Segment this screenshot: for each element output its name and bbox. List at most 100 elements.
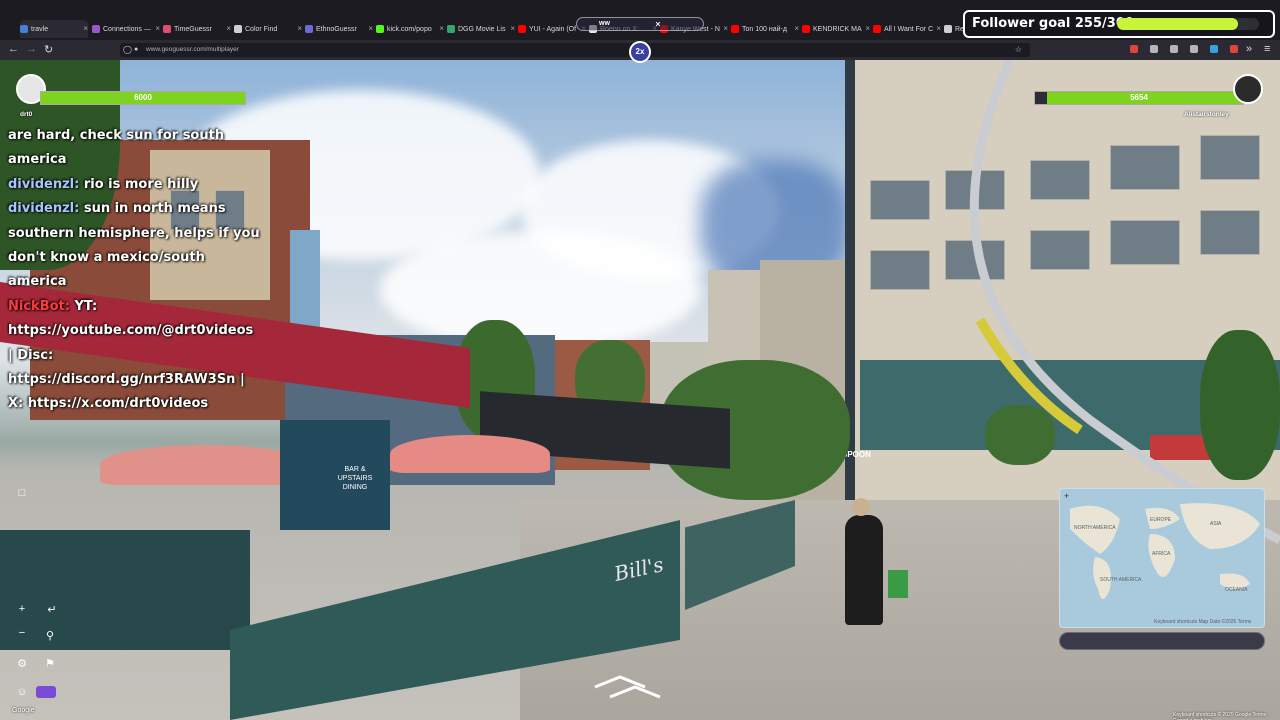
tab-label: travle [31, 25, 49, 33]
map-region-label: ASIA [1210, 521, 1222, 527]
map-region-label: NORTH AMERICA [1074, 525, 1116, 531]
window [870, 180, 930, 220]
follower-goal-fill [1117, 18, 1238, 30]
shopping-bag [888, 570, 908, 598]
browser-tab[interactable]: Re [944, 20, 964, 38]
menu-icon[interactable]: ≡ [1264, 43, 1270, 55]
world-map [1070, 503, 1260, 599]
sculpture-arc [969, 60, 1280, 545]
extension-icon[interactable] [1150, 45, 1158, 53]
tab-label: DGG Movie Lis [458, 25, 506, 33]
fence-left [0, 530, 250, 650]
emote-icon[interactable] [36, 686, 56, 698]
chat-text: YT: https://youtube.com/@drt0videos | Di… [8, 298, 254, 412]
tab-favicon-icon [518, 25, 526, 33]
browser-tab[interactable]: travle × [20, 20, 88, 38]
tab-close-icon[interactable]: × [439, 24, 444, 33]
browser-tab[interactable]: All I Want For C × [873, 20, 941, 38]
chat-message: are hard, check sun for south america [8, 124, 260, 173]
chat-message: NickBot: YT: https://youtube.com/@drt0vi… [8, 295, 260, 417]
browser-tab[interactable]: kick.com/popo × [376, 20, 444, 38]
settings-icon[interactable]: ⚙ [12, 657, 32, 673]
tab-close-icon[interactable]: × [368, 24, 373, 33]
extension-icon[interactable] [1230, 45, 1238, 53]
address-bar[interactable]: ◯ ● www.geoguessr.com/multiplayer ☆ [120, 43, 1030, 57]
window [870, 250, 930, 290]
damage-multiplier: 2x [629, 41, 651, 63]
shield-icon: ◯ [123, 45, 132, 54]
lock-icon: ● [134, 46, 139, 53]
player2-name: Alistairstonley [1184, 111, 1229, 118]
browser-tab[interactable]: TimeGuessr × [163, 20, 231, 38]
tab-close-icon[interactable]: × [226, 24, 231, 33]
chat-text: rio is more hilly [83, 176, 199, 192]
player1-health-value: 6000 [134, 93, 152, 102]
umbrella [390, 435, 550, 473]
extension-icon[interactable] [1190, 45, 1198, 53]
player2-health-value: 5654 [1130, 93, 1148, 102]
chat-username: NickBot: [8, 298, 75, 314]
flag-icon[interactable]: ⚑ [40, 657, 60, 673]
tab-close-icon[interactable]: × [865, 24, 870, 33]
follower-goal-widget: Follower goal 255/300 [963, 10, 1275, 38]
cloud [380, 230, 700, 350]
tab-close-icon[interactable]: × [83, 24, 88, 33]
tab-close-icon[interactable]: × [510, 24, 515, 33]
umbrella [100, 445, 310, 485]
extension-icon[interactable] [1170, 45, 1178, 53]
tab-close-icon[interactable]: × [155, 24, 160, 33]
tab-favicon-icon [92, 25, 100, 33]
extension-icon[interactable] [1130, 45, 1138, 53]
players-icon[interactable]: ☺ [12, 686, 32, 702]
tab-favicon-icon [376, 25, 384, 33]
chat-username: dividenzl: [8, 176, 84, 192]
follower-goal-label: Follower goal 255/300 [972, 16, 1134, 31]
extension-icon[interactable] [1210, 45, 1218, 53]
browser-tab[interactable]: KENDRICK MA × [802, 20, 870, 38]
follower-goal-track [1117, 18, 1259, 30]
browser-tab[interactable]: Color Find × [234, 20, 302, 38]
zoom-out-icon[interactable]: − [12, 627, 32, 643]
pedestrian-head [852, 498, 870, 516]
browser-tab[interactable]: EthnoGuessr × [305, 20, 373, 38]
tab-label: YUI - Again (Of [529, 25, 577, 33]
tab-close-icon[interactable]: × [936, 24, 941, 33]
browser-tab[interactable]: Ton 100 най-д × [731, 20, 799, 38]
back-arrow-icon[interactable]: ← [8, 43, 19, 55]
undo-icon[interactable]: ↵ [42, 603, 62, 619]
tab-label: Connections — [103, 25, 151, 33]
bookmark-star-icon[interactable]: ☆ [1015, 43, 1022, 57]
report-icon[interactable]: □ [12, 487, 32, 503]
map-region-label: AFRICA [1152, 551, 1171, 557]
round-text: ww [599, 20, 610, 27]
tab-label: All I Want For C [884, 25, 934, 33]
browser-tab[interactable]: Connections — × [92, 20, 160, 38]
round-marker: ⨯ [655, 21, 661, 28]
cornerhouse-sign: BAR & UPSTAIRS DINING [337, 466, 373, 491]
tab-close-icon[interactable]: × [723, 24, 728, 33]
round-indicator: ww ⨯ [576, 17, 704, 31]
tab-favicon-icon [944, 25, 952, 33]
tab-close-icon[interactable]: × [794, 24, 799, 33]
browser-tab[interactable]: DGG Movie Lis × [447, 20, 515, 38]
tab-favicon-icon [163, 25, 171, 33]
reload-icon[interactable]: ↻ [44, 43, 53, 56]
tab-favicon-icon [731, 25, 739, 33]
pin-icon[interactable]: ⚲ [40, 629, 60, 645]
move-arrows-icon[interactable] [590, 672, 670, 702]
pedestrian [845, 515, 883, 625]
map-region-label: EUROPE [1150, 517, 1172, 523]
overflow-icon[interactable]: » [1246, 43, 1252, 55]
google-logo: Google [12, 707, 35, 714]
tab-close-icon[interactable]: × [297, 24, 302, 33]
tab-favicon-icon [802, 25, 810, 33]
stream-chat: are hard, check sun for south america div… [8, 124, 260, 417]
guess-button[interactable] [1059, 632, 1265, 650]
forward-arrow-icon[interactable]: → [26, 43, 37, 55]
player1-name: drt0 [20, 111, 33, 118]
map-attribution: Keyboard shortcuts Map Data ©2025 Terms [1154, 619, 1252, 625]
zoom-in-icon[interactable]: + [12, 603, 32, 619]
map-expand-icon[interactable]: + [1064, 491, 1069, 501]
guess-minimap[interactable]: NORTH AMERICA EUROPE ASIA AFRICA SOUTH AMERI… [1059, 488, 1265, 628]
tab-favicon-icon [20, 25, 28, 33]
